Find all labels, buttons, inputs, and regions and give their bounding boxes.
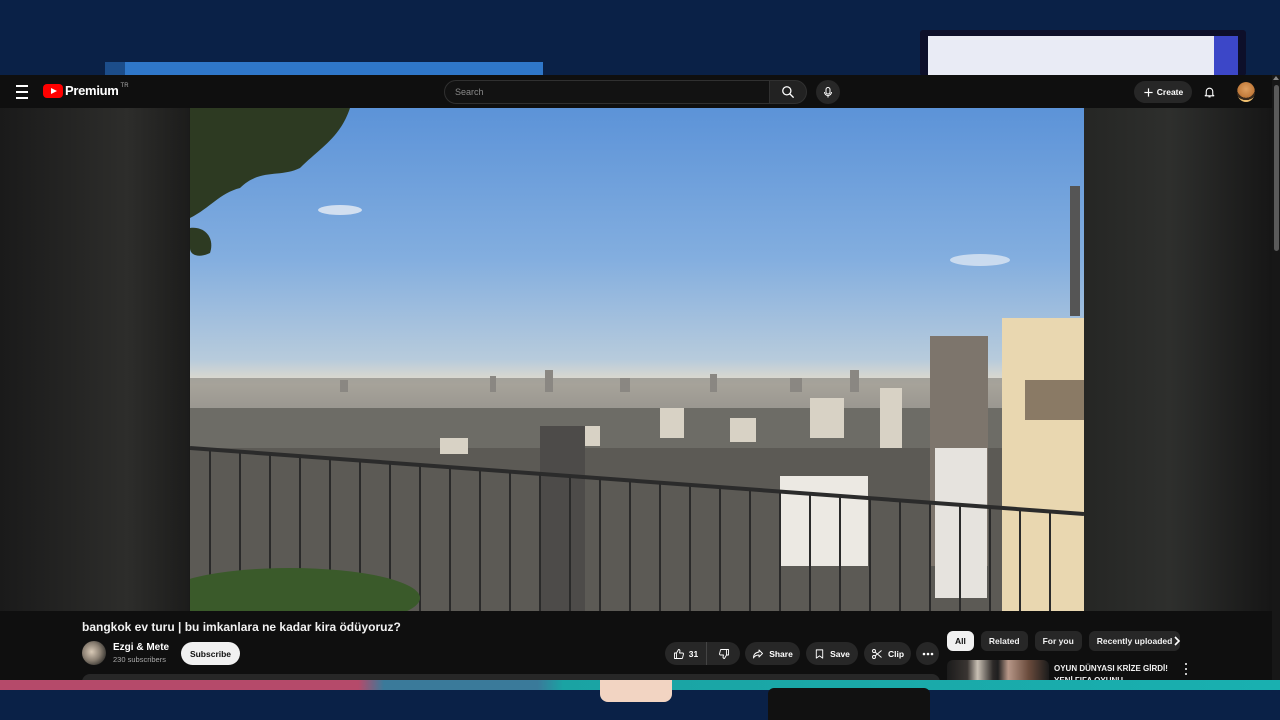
scrollbar-thumb[interactable] (1274, 85, 1279, 251)
desktop-window-bar (105, 62, 543, 76)
video-player[interactable] (190, 108, 1084, 611)
like-count: 31 (688, 648, 699, 659)
like-dislike-group: 31 (665, 642, 740, 665)
channel-name[interactable]: Ezgi & Mete (113, 642, 169, 653)
plus-icon (1144, 87, 1153, 97)
subscriber-count: 230 subscribers (113, 655, 166, 664)
chip-all[interactable]: All (947, 631, 974, 651)
save-button[interactable]: Save (806, 642, 858, 665)
masthead: Premium TR Create (0, 75, 1272, 108)
account-avatar[interactable] (1237, 82, 1255, 102)
share-label: Share (769, 648, 793, 659)
chip-recently-uploaded[interactable]: Recently uploaded (1088, 631, 1181, 651)
share-button[interactable]: Share (745, 642, 800, 665)
dislike-button[interactable] (707, 642, 740, 665)
logo-country-code: TR (120, 83, 129, 89)
description-box[interactable] (82, 674, 940, 680)
chips-next-button[interactable] (1170, 633, 1184, 649)
youtube-window: Premium TR Create (0, 75, 1280, 680)
thumbs-down-icon (718, 648, 729, 659)
subscribe-button[interactable]: Subscribe (181, 642, 240, 665)
pixel-controller-graphic (768, 688, 930, 720)
recommended-video-title[interactable]: OYUN DÜNYASI KRİZE GİRDİ! YENİ FIFA OYUN… (1054, 663, 1169, 680)
chevron-right-icon (1173, 636, 1180, 646)
video-title: bangkok ev turu | bu imkanlara ne kadar … (82, 620, 401, 634)
search-input[interactable] (445, 81, 769, 103)
more-icon (922, 652, 933, 655)
scissors-icon (872, 648, 882, 659)
search-icon (782, 86, 794, 98)
create-label: Create (1156, 87, 1184, 97)
video-frame (190, 108, 1084, 611)
recommended-video-thumbnail[interactable] (947, 660, 1049, 680)
save-label: Save (830, 648, 850, 659)
channel-avatar[interactable] (82, 641, 106, 665)
desktop-window-panel (928, 36, 1234, 76)
logo-text: Premium (65, 83, 119, 98)
chip-for-you[interactable]: For you (1034, 631, 1082, 651)
search-button[interactable] (769, 80, 807, 104)
recommended-video-menu[interactable] (1181, 661, 1191, 677)
voice-search-button[interactable] (816, 80, 840, 104)
chip-related[interactable]: Related (980, 631, 1028, 651)
menu-icon[interactable] (12, 83, 32, 101)
thumbs-up-icon (673, 648, 684, 659)
bookmark-icon (815, 648, 824, 659)
youtube-play-icon (43, 83, 63, 98)
clip-label: Clip (887, 648, 905, 659)
clip-button[interactable]: Clip (864, 642, 911, 665)
desktop-window-accent (1214, 36, 1238, 76)
pixel-hand-graphic (600, 680, 672, 702)
scroll-up-arrow[interactable] (1273, 76, 1279, 80)
more-actions-button[interactable] (916, 642, 939, 665)
mic-icon (824, 86, 832, 97)
like-button[interactable]: 31 (665, 642, 707, 665)
recommendation-chips: All Related For you Recently uploaded (947, 631, 1181, 651)
share-icon (753, 649, 764, 658)
youtube-logo[interactable]: Premium TR (43, 83, 129, 98)
search-box (444, 80, 770, 104)
create-button[interactable]: Create (1134, 81, 1192, 103)
bell-icon (1204, 87, 1214, 98)
notifications-button[interactable] (1200, 83, 1218, 101)
